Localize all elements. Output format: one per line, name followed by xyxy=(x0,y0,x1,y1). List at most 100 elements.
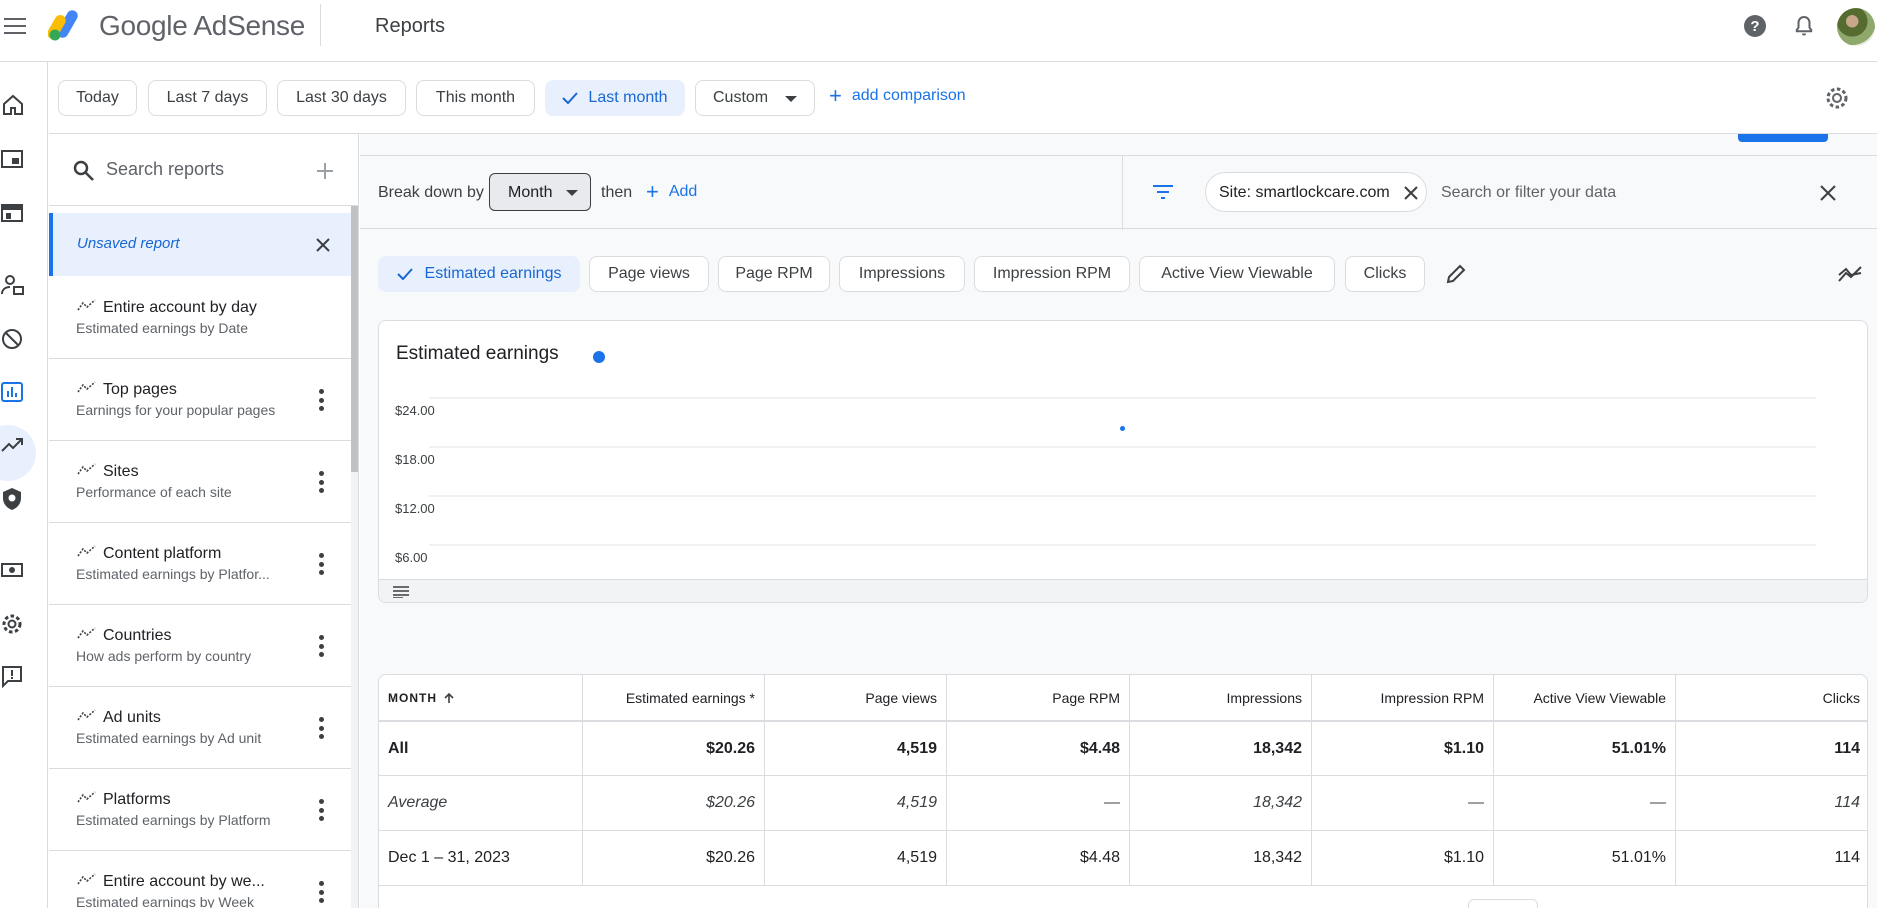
more-options-icon[interactable] xyxy=(319,635,325,657)
chevron-down-icon xyxy=(566,190,578,196)
reports-icon[interactable] xyxy=(0,379,26,405)
home-icon[interactable] xyxy=(0,92,26,118)
more-options-icon[interactable] xyxy=(319,881,325,903)
sidebar-item-subtitle: Estimated earnings by Ad unit xyxy=(76,730,262,746)
plus-icon[interactable] xyxy=(315,161,335,181)
column-header-clicks[interactable]: Clicks xyxy=(1676,675,1867,720)
date-chip-last-month[interactable]: Last month xyxy=(545,80,685,116)
close-icon[interactable] xyxy=(1404,186,1418,200)
date-chip-today[interactable]: Today xyxy=(58,80,137,116)
table-row: Average $20.26 4,519 — 18,342 — — 114 xyxy=(379,776,1867,831)
more-options-icon[interactable] xyxy=(319,553,325,575)
metric-chip-impression-rpm[interactable]: Impression RPM xyxy=(974,256,1130,292)
chevron-down-icon xyxy=(785,96,797,102)
site-filter-chip[interactable]: Site: smartlockcare.com xyxy=(1205,172,1427,212)
table-cell: 51.01% xyxy=(1494,831,1676,885)
blocking-controls-icon[interactable] xyxy=(0,326,26,352)
breakdown-label: Break down by xyxy=(378,184,484,201)
feedback-icon[interactable] xyxy=(0,664,26,690)
report-sparkline-icon xyxy=(77,873,96,885)
search-reports[interactable]: Search reports xyxy=(49,134,358,206)
payments-icon[interactable] xyxy=(0,557,26,583)
sidebar-item-entire-account-by-week[interactable]: Entire account by we... Estimated earnin… xyxy=(49,851,351,908)
filter-icon[interactable] xyxy=(1152,182,1174,202)
more-options-icon[interactable] xyxy=(319,471,325,493)
column-header-page-rpm[interactable]: Page RPM xyxy=(947,675,1130,720)
table-row: Dec 1 – 31, 2023 $20.26 4,519 $4.48 18,3… xyxy=(379,831,1867,886)
column-header-impression-rpm[interactable]: Impression RPM xyxy=(1312,675,1494,720)
column-header-month[interactable]: MONTH xyxy=(379,675,583,720)
report-sparkline-icon xyxy=(77,545,96,557)
add-comparison-button[interactable]: + add comparison xyxy=(829,85,966,107)
top-app-bar: Google AdSense Reports ? xyxy=(0,0,1877,62)
site-filter-label: Site: smartlockcare.com xyxy=(1219,184,1390,201)
content-icon[interactable] xyxy=(0,200,26,226)
edit-icon[interactable] xyxy=(1445,263,1467,285)
search-input[interactable]: Search reports xyxy=(106,159,224,180)
privacy-messaging-icon[interactable] xyxy=(0,272,26,298)
breakdown-dimension-select[interactable]: Month xyxy=(489,173,591,211)
unsaved-report-label: Unsaved report xyxy=(77,235,180,252)
table-cell: 18,342 xyxy=(1130,831,1312,885)
sidebar-item-top-pages[interactable]: Top pages Earnings for your popular page… xyxy=(49,359,351,441)
notifications-icon[interactable] xyxy=(1792,14,1816,38)
policy-center-icon[interactable] xyxy=(0,486,26,512)
table-cell: All xyxy=(379,722,583,775)
menu-icon[interactable] xyxy=(4,15,26,37)
more-options-icon[interactable] xyxy=(319,799,325,821)
close-icon[interactable] xyxy=(315,237,331,253)
metric-chip-active-view-viewable[interactable]: Active View Viewable xyxy=(1139,256,1335,292)
filter-search-input[interactable]: Search or filter your data xyxy=(1441,184,1616,202)
table-cell: $4.48 xyxy=(947,831,1130,885)
metric-chip-page-rpm[interactable]: Page RPM xyxy=(718,256,830,292)
clear-filters-icon[interactable] xyxy=(1820,185,1836,201)
sidebar-item-entire-account-by-day[interactable]: Entire account by day Estimated earnings… xyxy=(49,277,351,359)
metric-chip-estimated-earnings[interactable]: Estimated earnings xyxy=(378,256,580,292)
metric-chip-clicks[interactable]: Clicks xyxy=(1345,256,1425,292)
settings-icon[interactable] xyxy=(0,611,26,637)
sidebar-scrollbar-thumb[interactable] xyxy=(351,206,358,472)
sidebar-item-platforms[interactable]: Platforms Estimated earnings by Platform xyxy=(49,769,351,851)
sidebar-item-ad-units[interactable]: Ad units Estimated earnings by Ad unit xyxy=(49,687,351,769)
optimization-icon[interactable] xyxy=(0,432,26,458)
column-header-page-views[interactable]: Page views xyxy=(765,675,947,720)
column-header-impressions[interactable]: Impressions xyxy=(1130,675,1312,720)
metric-chip-page-views[interactable]: Page views xyxy=(589,256,709,292)
metric-chip-label: Estimated earnings xyxy=(424,265,562,282)
sidebar-item-content-platform[interactable]: Content platform Estimated earnings by P… xyxy=(49,523,351,605)
sidebar-item-title: Entire account by we... xyxy=(103,873,265,890)
pagination-control[interactable] xyxy=(1468,899,1538,908)
help-icon[interactable]: ? xyxy=(1743,14,1767,38)
column-header-active-view-viewable[interactable]: Active View Viewable xyxy=(1494,675,1676,720)
page-title: Reports xyxy=(375,15,446,37)
search-icon xyxy=(73,160,94,181)
chart-type-icon[interactable] xyxy=(1837,263,1863,285)
more-options-icon[interactable] xyxy=(319,717,325,739)
save-button-edge[interactable] xyxy=(1738,134,1828,142)
report-sparkline-icon xyxy=(77,709,96,721)
y-tick-label: $18.00 xyxy=(395,452,435,467)
check-icon xyxy=(396,268,413,280)
sidebar-item-countries[interactable]: Countries How ads perform by country xyxy=(49,605,351,687)
table-cell: $20.26 xyxy=(583,831,765,885)
metric-chip-impressions[interactable]: Impressions xyxy=(839,256,965,292)
table-view-icon[interactable] xyxy=(393,586,409,598)
table-cell: — xyxy=(947,776,1130,830)
y-tick-label: $12.00 xyxy=(395,501,435,516)
ads-icon[interactable] xyxy=(0,146,26,172)
sidebar-item-title: Ad units xyxy=(103,709,161,726)
column-header-estimated-earnings[interactable]: Estimated earnings * xyxy=(583,675,765,720)
report-settings-icon[interactable] xyxy=(1824,85,1850,111)
unsaved-report-item[interactable]: Unsaved report xyxy=(49,213,351,276)
date-chip-last-7-days[interactable]: Last 7 days xyxy=(148,80,267,116)
date-chip-custom[interactable]: Custom xyxy=(695,80,815,116)
date-chip-this-month[interactable]: This month xyxy=(416,80,535,116)
sidebar-item-sites[interactable]: Sites Performance of each site xyxy=(49,441,351,523)
date-chip-last-30-days[interactable]: Last 30 days xyxy=(277,80,406,116)
plus-icon: + xyxy=(646,179,659,204)
then-label: then xyxy=(601,184,633,201)
more-options-icon[interactable] xyxy=(319,389,325,411)
add-breakdown-button[interactable]: + Add xyxy=(646,179,697,204)
avatar[interactable] xyxy=(1837,8,1875,46)
chart-card: Estimated earnings $24.00 $18.00 $12.00 $6.… xyxy=(378,320,1868,603)
